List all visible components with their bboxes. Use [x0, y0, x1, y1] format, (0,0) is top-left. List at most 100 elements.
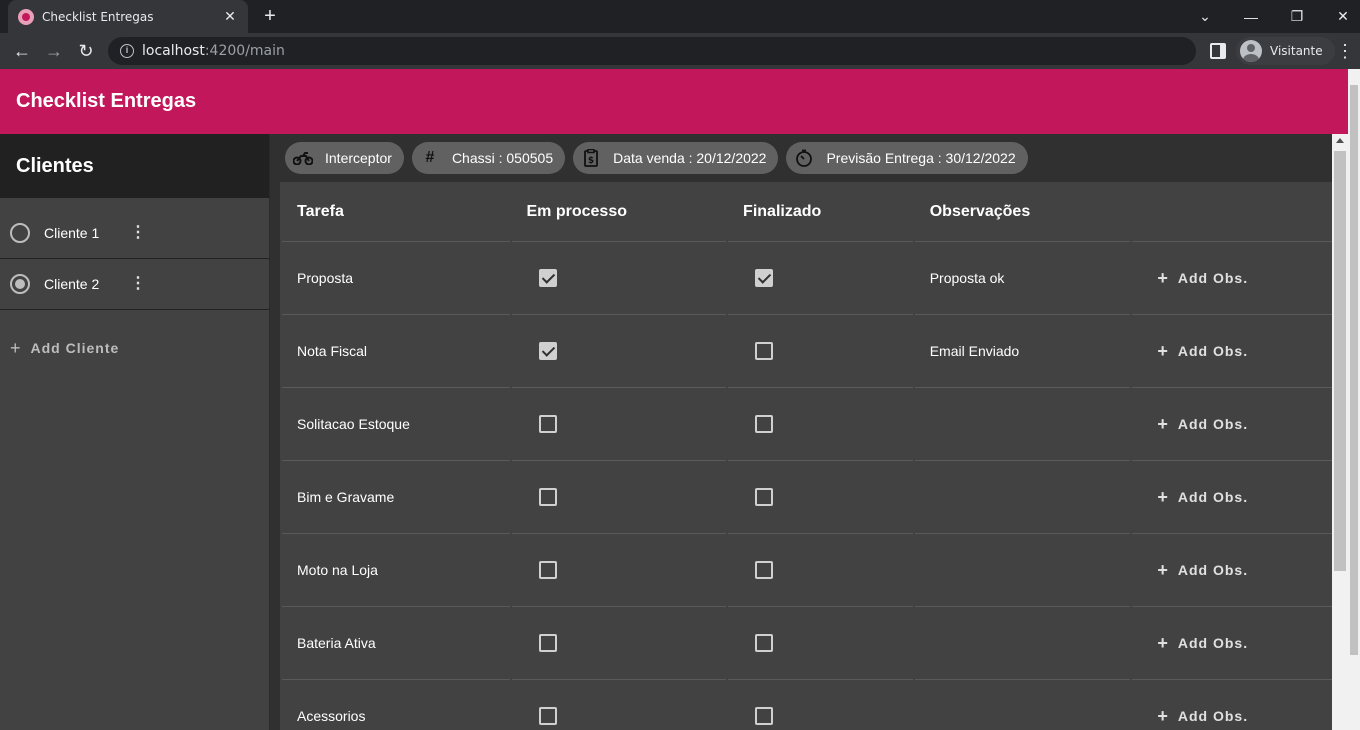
add-obs-button[interactable]: + Add Obs.	[1147, 414, 1332, 435]
chip-delivery-date-text: Previsão Entrega : 30/12/2022	[826, 150, 1016, 166]
browser-menu-icon[interactable]: ⋮	[1336, 39, 1354, 63]
site-info-icon[interactable]: i	[120, 44, 134, 58]
chip-sale-date-text: Data venda : 20/12/2022	[613, 150, 767, 166]
finalizado-checkbox[interactable]	[755, 269, 774, 287]
add-obs-label: Add Obs.	[1177, 708, 1249, 724]
close-window-button[interactable]: ✕	[1320, 0, 1360, 33]
side-panel-icon[interactable]	[1210, 43, 1226, 59]
url-path: :4200/main	[204, 43, 285, 59]
url-host: localhost	[142, 43, 205, 59]
add-obs-button[interactable]: + Add Obs.	[1147, 560, 1332, 581]
add-obs-label: Add Obs.	[1177, 416, 1249, 432]
table-row: Acessorios + Add Obs.	[282, 680, 1332, 730]
add-obs-cell: + Add Obs.	[1132, 680, 1332, 730]
em-processo-cell	[511, 242, 727, 315]
plus-icon: +	[1157, 486, 1168, 507]
table-row: Bateria Ativa + Add Obs.	[282, 607, 1332, 680]
reload-button[interactable]: ↻	[74, 39, 98, 63]
profile-name: Visitante	[1270, 44, 1323, 58]
page-scrollbar[interactable]	[1348, 69, 1360, 730]
em-processo-cell	[511, 607, 727, 680]
client-item-1[interactable]: Cliente 1 ⋮	[0, 208, 269, 259]
finalizado-checkbox[interactable]	[755, 342, 774, 360]
em-processo-checkbox[interactable]	[538, 488, 557, 506]
add-obs-cell: + Add Obs.	[1132, 461, 1332, 534]
profile-button[interactable]: Visitante	[1236, 37, 1335, 65]
minimize-button[interactable]: —	[1228, 0, 1274, 33]
task-name: Proposta	[282, 242, 510, 315]
scroll-up-icon[interactable]	[1336, 138, 1344, 143]
em-processo-checkbox[interactable]	[538, 707, 557, 725]
table-row: Solitacao Estoque + Add Obs.	[282, 388, 1332, 461]
finalizado-checkbox[interactable]	[755, 415, 774, 433]
main-scrollbar[interactable]	[1332, 134, 1348, 730]
finalizado-cell	[728, 242, 913, 315]
task-name: Bateria Ativa	[282, 607, 510, 680]
plus-icon: +	[1157, 559, 1168, 580]
em-processo-cell	[511, 680, 727, 730]
finalizado-checkbox[interactable]	[755, 561, 774, 579]
add-client-button[interactable]: + Add Cliente	[0, 338, 269, 358]
close-tab-icon[interactable]: ✕	[222, 8, 238, 25]
finalizado-cell	[728, 680, 913, 730]
table-row: Moto na Loja + Add Obs.	[282, 534, 1332, 607]
more-vert-icon[interactable]: ⋮	[130, 225, 146, 241]
header-finalizado: Finalizado	[728, 182, 913, 242]
em-processo-cell	[511, 461, 727, 534]
main-content: Interceptor # Chassi : 050505 $ Data ven…	[270, 134, 1332, 730]
add-obs-label: Add Obs.	[1177, 343, 1249, 359]
client-item-2[interactable]: Cliente 2 ⋮	[0, 259, 269, 310]
avatar-icon	[1240, 40, 1262, 62]
observation-text	[914, 388, 1131, 461]
browser-tabbar: Checklist Entregas ✕ + ⌄ — ❐ ✕	[0, 0, 1360, 33]
app-title: Checklist Entregas	[16, 90, 197, 112]
finalizado-cell	[728, 607, 913, 680]
client-radio[interactable]	[10, 274, 30, 294]
em-processo-checkbox[interactable]	[538, 415, 557, 433]
more-vert-icon[interactable]: ⋮	[130, 276, 146, 292]
table-header-row: Tarefa Em processo Finalizado Observaçõe…	[282, 182, 1332, 242]
task-name: Nota Fiscal	[282, 315, 510, 388]
plus-icon: +	[1157, 413, 1168, 434]
em-processo-checkbox[interactable]	[538, 634, 557, 652]
finalizado-checkbox[interactable]	[755, 488, 774, 506]
info-chips: Interceptor # Chassi : 050505 $ Data ven…	[270, 134, 1332, 182]
add-obs-button[interactable]: + Add Obs.	[1147, 268, 1332, 289]
task-name: Bim e Gravame	[282, 461, 510, 534]
plus-icon: +	[1157, 267, 1168, 288]
chip-chassi: # Chassi : 050505	[411, 142, 566, 174]
page-scrollbar-thumb[interactable]	[1350, 85, 1358, 655]
add-obs-cell: + Add Obs.	[1132, 315, 1332, 388]
url-input[interactable]: i localhost:4200/main	[108, 37, 1196, 65]
back-button[interactable]: ←	[10, 39, 34, 63]
finalizado-cell	[728, 315, 913, 388]
finalizado-checkbox[interactable]	[755, 634, 774, 652]
browser-addressbar: ← → ↻ i localhost:4200/main Visitante ⋮	[0, 33, 1360, 69]
chip-chassi-text: Chassi : 050505	[451, 150, 554, 166]
add-obs-button[interactable]: + Add Obs.	[1147, 487, 1332, 508]
browser-tab[interactable]: Checklist Entregas ✕	[8, 0, 248, 33]
forward-button[interactable]: →	[42, 39, 66, 63]
app-favicon-icon	[18, 8, 34, 25]
em-processo-cell	[511, 315, 727, 388]
em-processo-checkbox[interactable]	[538, 269, 557, 287]
client-radio[interactable]	[10, 223, 30, 243]
tab-search-icon[interactable]: ⌄	[1182, 0, 1228, 33]
header-em-processo: Em processo	[511, 182, 727, 242]
finalizado-checkbox[interactable]	[755, 707, 774, 725]
em-processo-checkbox[interactable]	[538, 561, 557, 579]
restore-button[interactable]: ❐	[1274, 0, 1320, 33]
scrollbar-thumb[interactable]	[1334, 151, 1346, 571]
add-obs-label: Add Obs.	[1177, 635, 1249, 651]
em-processo-checkbox[interactable]	[538, 342, 557, 360]
add-obs-button[interactable]: + Add Obs.	[1147, 341, 1332, 362]
table-row: Bim e Gravame + Add Obs.	[282, 461, 1332, 534]
add-obs-button[interactable]: + Add Obs.	[1147, 706, 1332, 727]
add-obs-button[interactable]: + Add Obs.	[1147, 633, 1332, 654]
new-tab-button[interactable]: +	[258, 4, 282, 28]
task-name: Moto na Loja	[282, 534, 510, 607]
observation-text	[914, 534, 1131, 607]
motorcycle-icon	[293, 148, 313, 168]
sidebar-title: Clientes	[16, 154, 94, 177]
header-actions	[1132, 182, 1332, 242]
